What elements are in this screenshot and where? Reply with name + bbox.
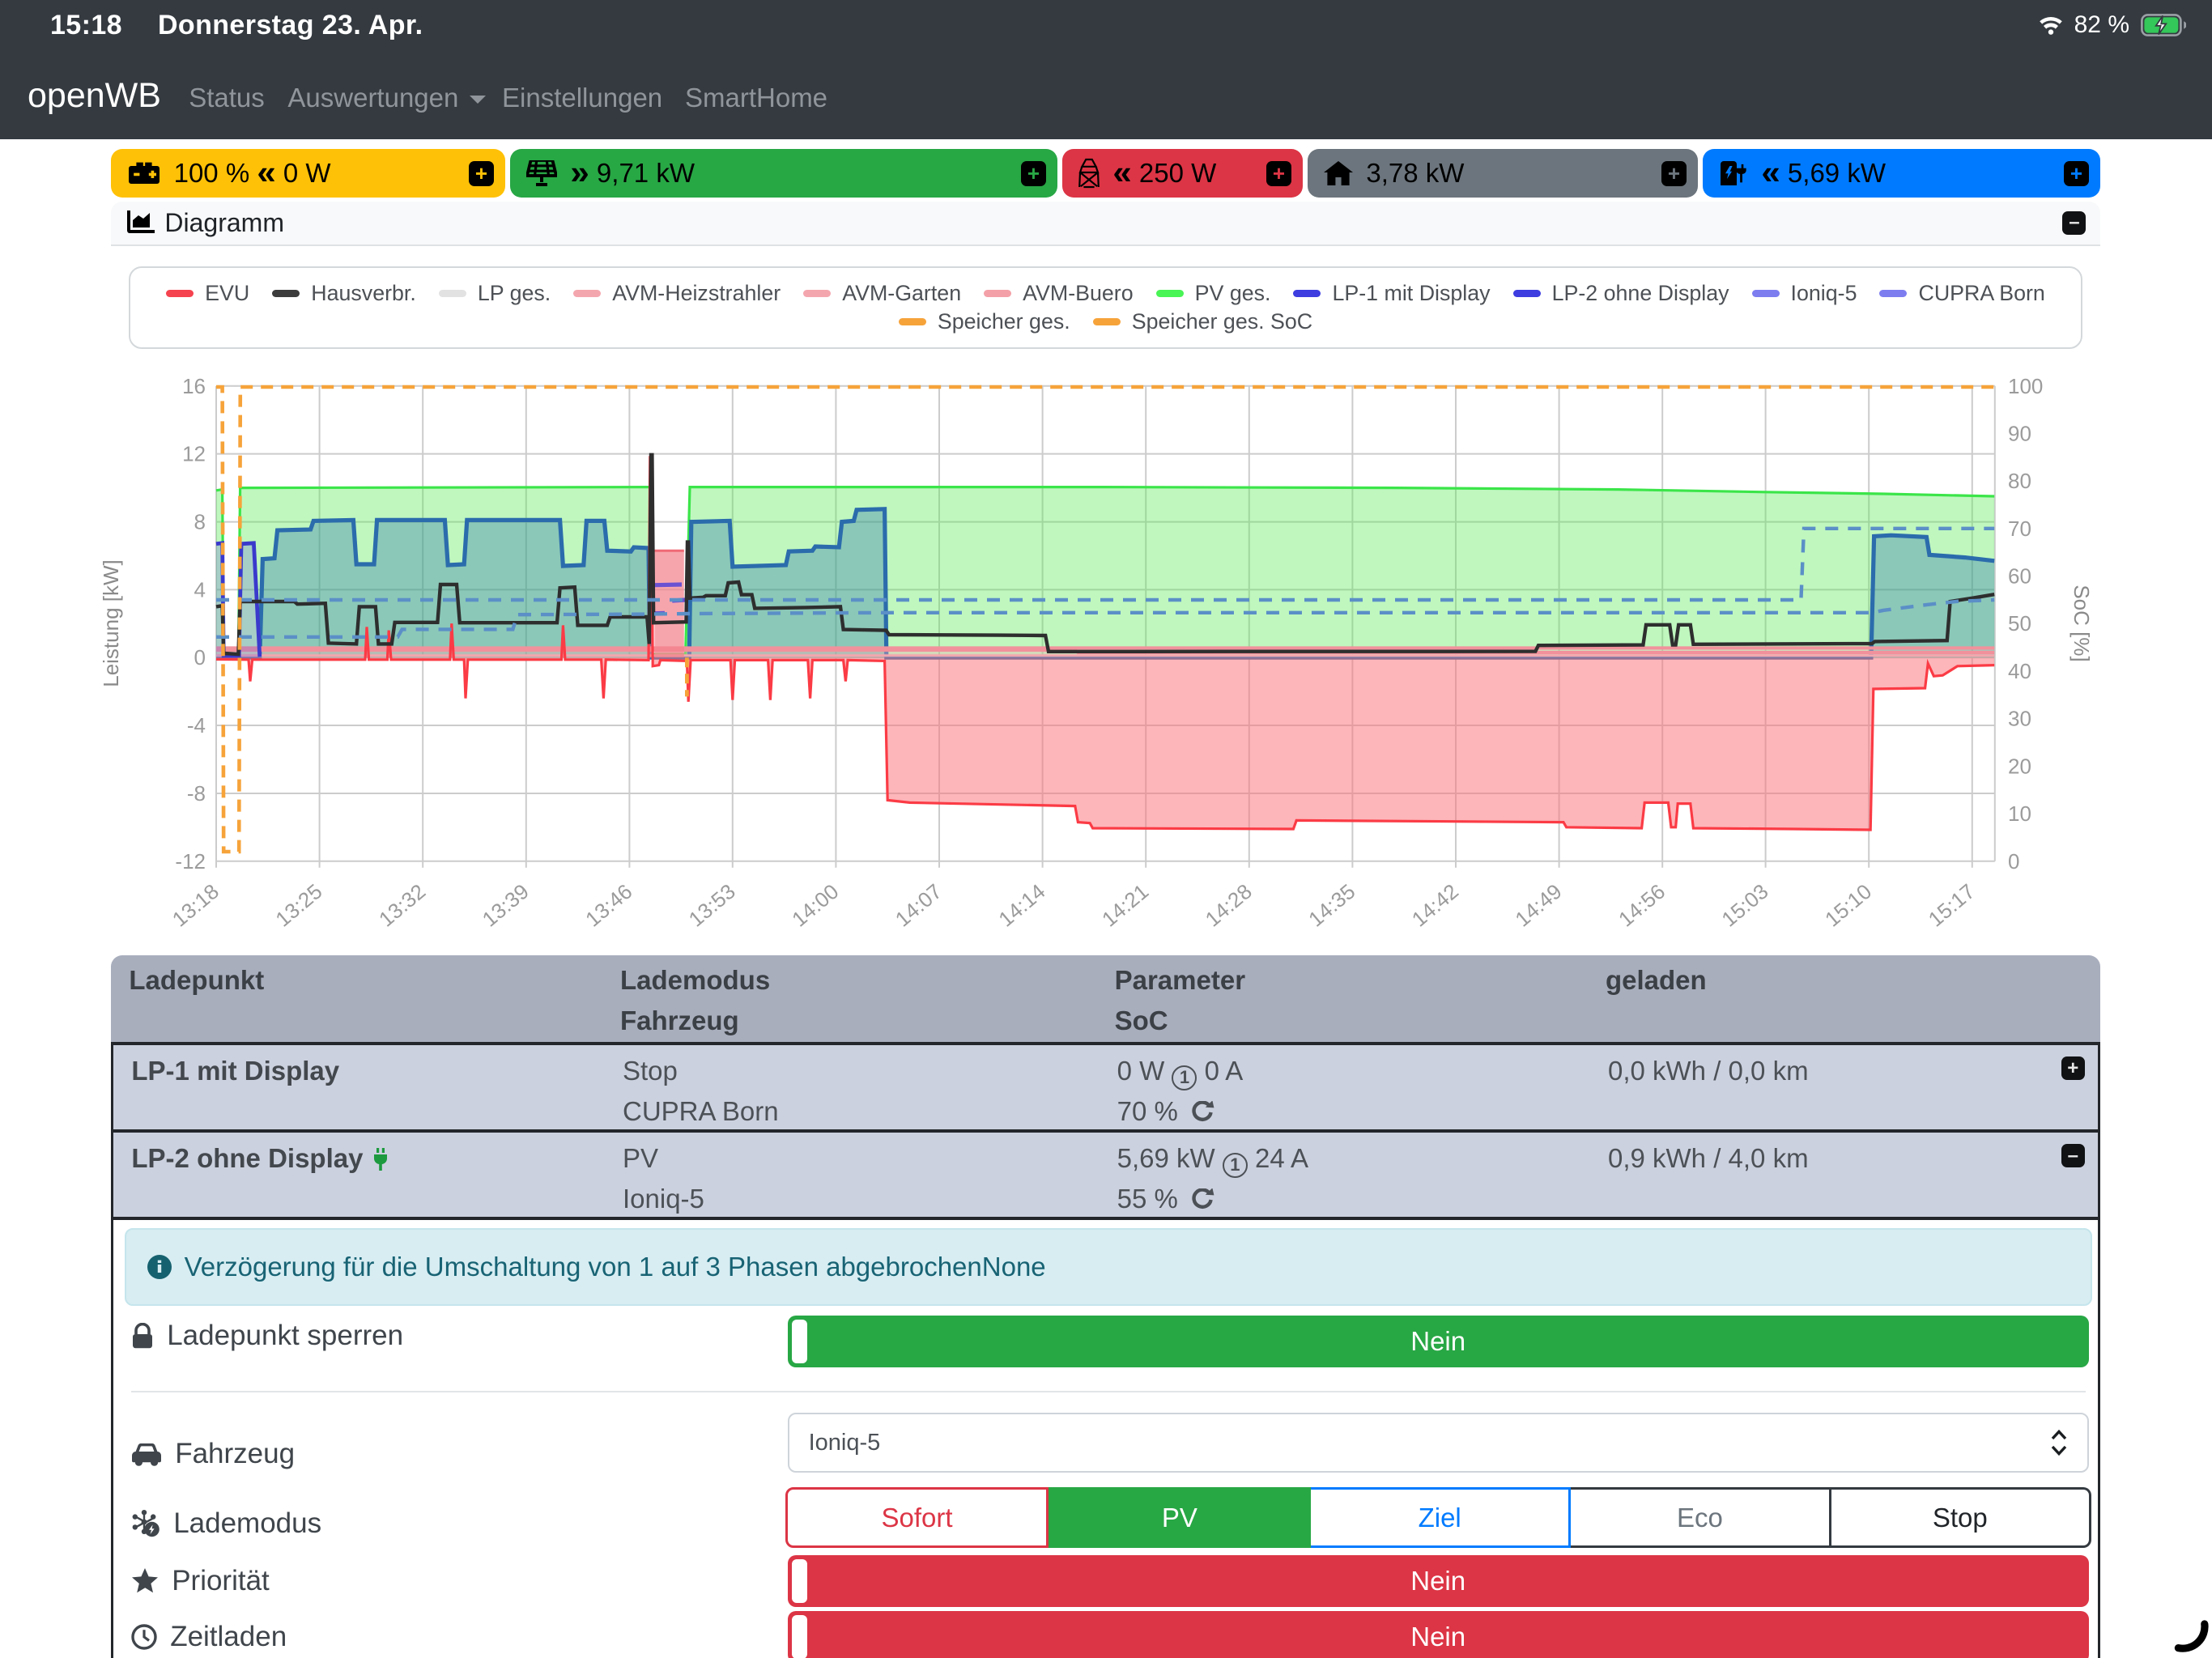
svg-text:Leistung [kW]: Leistung [kW] [99, 559, 123, 687]
svg-text:13:46: 13:46 [581, 879, 636, 932]
svg-text:13:25: 13:25 [270, 879, 326, 932]
svg-text:13:32: 13:32 [374, 879, 430, 932]
svg-text:14:07: 14:07 [891, 879, 946, 932]
svg-text:60: 60 [2008, 564, 2031, 589]
svg-text:100: 100 [2008, 374, 2043, 398]
svg-text:40: 40 [2008, 659, 2031, 683]
svg-text:-8: -8 [187, 781, 206, 806]
svg-text:SoC [%]: SoC [%] [2069, 585, 2094, 661]
svg-text:30: 30 [2008, 707, 2031, 731]
svg-text:14:00: 14:00 [787, 879, 843, 932]
svg-text:12: 12 [182, 442, 206, 466]
svg-text:15:10: 15:10 [1820, 879, 1876, 932]
svg-text:80: 80 [2008, 469, 2031, 493]
svg-text:-4: -4 [187, 713, 206, 738]
svg-text:-12: -12 [175, 849, 206, 874]
svg-text:14:21: 14:21 [1097, 879, 1153, 932]
svg-text:10: 10 [2008, 801, 2031, 826]
svg-text:14:49: 14:49 [1510, 879, 1566, 932]
svg-text:14:56: 14:56 [1614, 879, 1670, 932]
svg-text:13:53: 13:53 [684, 879, 740, 932]
svg-text:16: 16 [182, 374, 206, 398]
svg-text:13:39: 13:39 [478, 879, 534, 932]
svg-text:90: 90 [2008, 421, 2031, 445]
svg-text:14:14: 14:14 [993, 879, 1049, 932]
svg-text:0: 0 [2008, 849, 2019, 874]
svg-text:20: 20 [2008, 754, 2031, 778]
svg-text:0: 0 [194, 645, 206, 670]
svg-text:8: 8 [194, 510, 206, 534]
svg-text:15:17: 15:17 [1924, 879, 1980, 932]
svg-text:15:03: 15:03 [1716, 879, 1772, 932]
svg-text:14:42: 14:42 [1407, 879, 1463, 932]
svg-text:50: 50 [2008, 611, 2031, 636]
svg-text:14:28: 14:28 [1201, 879, 1257, 932]
svg-text:14:35: 14:35 [1304, 879, 1359, 932]
svg-text:70: 70 [2008, 517, 2031, 541]
svg-text:13:18: 13:18 [168, 879, 223, 932]
svg-text:4: 4 [194, 577, 206, 602]
